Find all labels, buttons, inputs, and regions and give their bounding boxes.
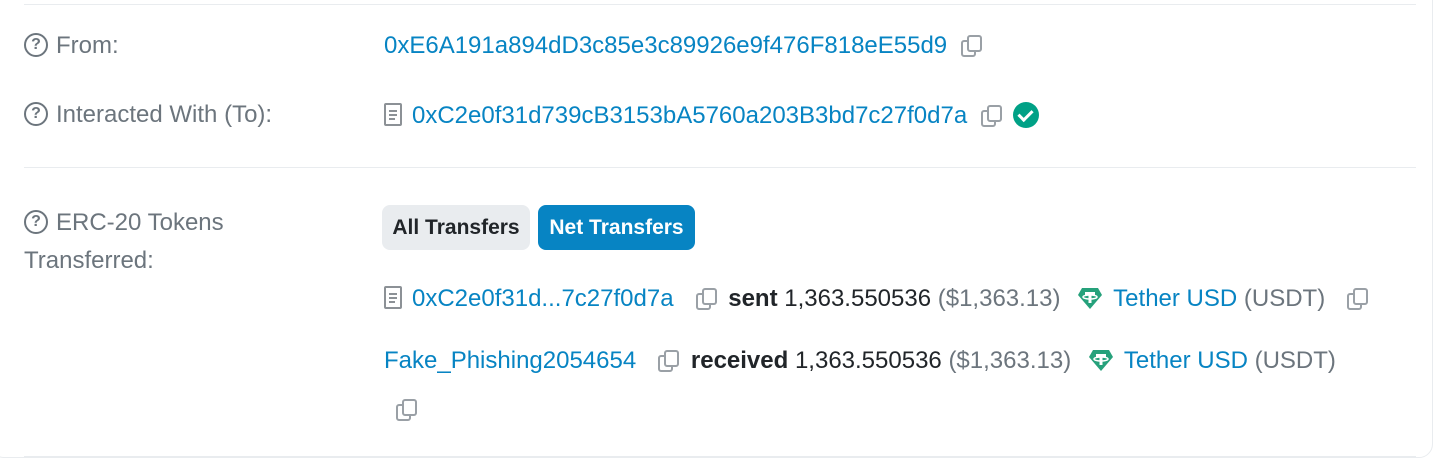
token-symbol: (USDT) [1243,285,1326,312]
divider [24,167,1416,168]
copy-icon[interactable] [695,287,717,310]
check-circle-icon [1013,101,1040,128]
from-value: 0xE6A191a894dD3c85e3c89926e9f476F818eE55… [384,27,983,65]
copy-icon[interactable] [396,398,417,421]
transfer-action: received [690,347,789,374]
tab-net-transfers[interactable]: Net Transfers [538,205,695,250]
interacted-value: 0xC2e0f31d739cB3153bA5760a203B3bd7c27f0d… [384,97,1040,135]
transfer-usd: ($1,363.13) [948,347,1072,374]
interacted-label: Interacted With (To): [56,101,273,128]
from-address-link[interactable]: 0xE6A191a894dD3c85e3c89926e9f476F818eE55… [384,32,947,59]
transfer-action: sent [728,285,778,312]
transfer-amount: 1,363.550536 [794,347,942,374]
token-name-link[interactable]: Tether USD [1124,347,1248,374]
question-circle-icon[interactable]: ? [24,101,48,126]
transfer-amount: 1,363.550536 [784,285,932,312]
transfer-usd: ($1,363.13) [937,285,1061,312]
erc20-label-line1: ERC-20 Tokens [56,209,224,236]
transfer-party-link[interactable]: 0xC2e0f31d...7c27f0d7a [412,285,674,312]
interacted-address-link[interactable]: 0xC2e0f31d739cB3153bA5760a203B3bd7c27f0d… [412,102,967,129]
copy-icon[interactable] [658,349,680,372]
copy-icon[interactable] [981,104,1003,127]
question-circle-icon[interactable]: ? [24,209,48,234]
tether-icon [1088,347,1114,373]
from-label: From: [56,32,119,59]
tab-all-transfers[interactable]: All Transfers [382,205,530,250]
transfer-row: Fake_Phishing2054654 received 1,363.5505… [384,342,1336,380]
token-symbol: (USDT) [1254,347,1336,374]
erc20-label-row: ? ERC-20 Tokens Transferred: [24,204,224,280]
document-icon [384,103,402,127]
token-name-link[interactable]: Tether USD [1113,285,1237,312]
copy-icon[interactable] [1347,287,1369,310]
transfer-row-wrap [384,391,417,429]
from-label-row: ? From: [24,27,119,65]
divider [24,4,1416,5]
divider [24,456,1416,457]
transfer-row: 0xC2e0f31d...7c27f0d7a sent 1,363.550536… [384,280,1369,318]
transfer-party-link[interactable]: Fake_Phishing2054654 [384,347,636,374]
erc20-label-line2: Transferred: [24,247,154,274]
tether-icon [1077,285,1103,311]
transaction-details-card: ? From: 0xE6A191a894dD3c85e3c89926e9f476F… [0,0,1456,458]
document-icon [384,286,402,310]
question-circle-icon[interactable]: ? [24,32,48,57]
interacted-label-row: ? Interacted With (To): [24,96,272,134]
copy-icon[interactable] [961,34,983,57]
